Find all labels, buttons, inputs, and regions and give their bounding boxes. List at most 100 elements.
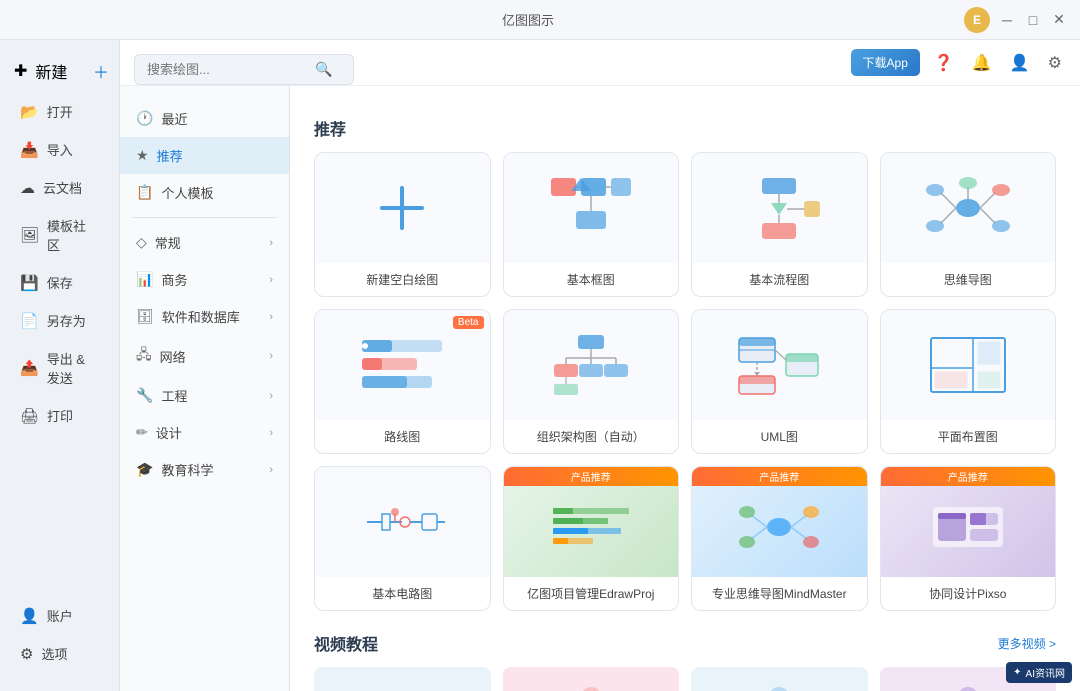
sidebar-item-saveas[interactable]: 📄 另存为: [6, 302, 113, 339]
recent-icon: 🕐: [136, 110, 153, 127]
cloud-label: 云文档: [43, 178, 82, 197]
frame-diagram-icon: [546, 173, 636, 243]
business-arrow: ›: [269, 274, 273, 286]
left-sidebar: ✚ 新建 ＋ 📂 打开 📥 导入 ☁ 云文档 🖼 模板社区: [0, 40, 120, 691]
cat-item-personal[interactable]: 📋 个人模板: [120, 174, 289, 211]
user-icon[interactable]: 👤: [1006, 49, 1034, 77]
video-thumb-3: [759, 682, 799, 691]
search-input[interactable]: [147, 62, 307, 77]
business-icon: 📊: [136, 271, 153, 288]
template-card-route-map[interactable]: Beta 路线图: [314, 309, 491, 454]
cat-general-label: 常规: [155, 233, 181, 252]
education-arrow: ›: [269, 464, 273, 476]
template-card-uml[interactable]: UML图: [691, 309, 868, 454]
maximize-button[interactable]: □: [1024, 11, 1042, 29]
new-label: 新建: [35, 59, 67, 83]
download-app-button[interactable]: 下载App: [851, 49, 920, 76]
cat-item-general[interactable]: ◇ 常规 ›: [120, 224, 289, 261]
product-badge-mindmaster: 产品推荐: [692, 467, 867, 486]
sidebar-item-settings[interactable]: ⚙ 选项: [6, 635, 113, 672]
saveas-label: 另存为: [47, 311, 86, 330]
search-bar[interactable]: 🔍: [134, 54, 354, 85]
sidebar-item-export[interactable]: 📤 导出 & 发送: [6, 340, 113, 396]
avatar[interactable]: E: [964, 7, 990, 33]
template-card-circuit[interactable]: 基本电路图: [314, 466, 491, 611]
cat-item-software[interactable]: 🗄 软件和数据库 ›: [120, 298, 289, 335]
cat-item-recent[interactable]: 🕐 最近: [120, 100, 289, 137]
template-card-mindmaster[interactable]: 产品推荐: [691, 466, 868, 611]
sidebar-item-account[interactable]: 👤 账户: [6, 597, 113, 634]
template-label-pixso: 协同设计Pixso: [881, 577, 1056, 610]
more-video-link[interactable]: 更多视频 >: [998, 635, 1056, 652]
video-section-header: 视频教程 更多视频 >: [314, 631, 1056, 655]
pixso-preview: [928, 497, 1008, 557]
new-button[interactable]: ✚ 新建: [6, 50, 89, 92]
account-label: 账户: [47, 606, 73, 625]
video-thumb-2: [571, 682, 611, 691]
template-card-img-route-map: Beta: [315, 310, 490, 420]
sidebar-item-print[interactable]: 🖨 打印: [6, 397, 113, 434]
open-icon: 📂: [20, 103, 39, 121]
template-icon: 🖼: [20, 226, 39, 244]
cat-design-label: 设计: [156, 423, 182, 442]
notification-icon[interactable]: 🔔: [968, 49, 996, 77]
sidebar-item-save[interactable]: 💾 保存: [6, 264, 113, 301]
video-thumb-1: [382, 682, 422, 691]
cat-item-network[interactable]: 🖧 网络 ›: [120, 335, 289, 377]
export-label: 导出 & 发送: [47, 349, 99, 387]
minimize-button[interactable]: ─: [998, 11, 1016, 29]
new-plus-button[interactable]: ＋: [89, 59, 113, 83]
video-item-1[interactable]: [314, 667, 491, 691]
cat-item-education[interactable]: 🎓 教育科学 ›: [120, 451, 289, 488]
sidebar-item-cloud[interactable]: ☁ 云文档: [6, 169, 113, 206]
settings-icon: ⚙: [20, 645, 33, 663]
import-icon: 📥: [20, 141, 39, 159]
template-label-floor-plan: 平面布置图: [881, 420, 1056, 453]
software-arrow: ›: [269, 311, 273, 323]
print-icon: 🖨: [20, 407, 39, 425]
cat-business-label: 商务: [161, 270, 187, 289]
template-label-circuit: 基本电路图: [315, 577, 490, 610]
watermark-star: ✦: [1013, 667, 1021, 678]
template-grid: 新建空白绘图: [314, 152, 1056, 611]
video-item-3[interactable]: [691, 667, 868, 691]
general-arrow: ›: [269, 237, 273, 249]
uml-icon: [734, 330, 824, 400]
template-card-pixso[interactable]: 产品推荐 协同设计Pixso: [880, 466, 1057, 611]
floor-plan-icon: [923, 330, 1013, 400]
template-card-org-chart[interactable]: 组织架构图（自动）: [503, 309, 680, 454]
cat-item-design[interactable]: ✏ 设计 ›: [120, 414, 289, 451]
close-button[interactable]: ✕: [1050, 11, 1068, 29]
cat-item-engineering[interactable]: 🔧 工程 ›: [120, 377, 289, 414]
recommend-icon: ★: [136, 147, 149, 164]
video-item-2[interactable]: [503, 667, 680, 691]
sidebar-item-template[interactable]: 🖼 模板社区: [6, 207, 113, 263]
sidebar-item-open[interactable]: 📂 打开: [6, 93, 113, 130]
cat-item-recommend[interactable]: ★ 推荐: [120, 137, 289, 174]
cat-item-business[interactable]: 📊 商务 ›: [120, 261, 289, 298]
template-card-img-basic-flow: [692, 153, 867, 263]
settings-label: 选项: [41, 644, 67, 663]
template-label-uml: UML图: [692, 420, 867, 453]
search-icon: 🔍: [315, 61, 332, 78]
template-card-img-pixso: 产品推荐: [881, 467, 1056, 577]
plus-icon: [372, 178, 432, 238]
template-card-basic-flow[interactable]: 基本流程图: [691, 152, 868, 297]
cat-recent-label: 最近: [161, 109, 187, 128]
network-icon: 🖧: [136, 344, 152, 368]
template-label-mind-map: 思维导图: [881, 263, 1056, 296]
gear-icon[interactable]: ⚙: [1044, 49, 1066, 77]
template-card-new-blank[interactable]: 新建空白绘图: [314, 152, 491, 297]
sidebar-item-import[interactable]: 📥 导入: [6, 131, 113, 168]
template-card-mind-map[interactable]: 思维导图: [880, 152, 1057, 297]
cat-personal-label: 个人模板: [161, 183, 213, 202]
personal-icon: 📋: [136, 184, 153, 201]
mindmaster-preview: [739, 497, 819, 557]
template-card-basic-frame[interactable]: 基本框图: [503, 152, 680, 297]
template-card-edrawproj[interactable]: 产品推荐: [503, 466, 680, 611]
main-layout: ✚ 新建 ＋ 📂 打开 📥 导入 ☁ 云文档 🖼 模板社区: [0, 40, 1080, 691]
save-label: 保存: [47, 273, 73, 292]
template-card-floor-plan[interactable]: 平面布置图: [880, 309, 1057, 454]
general-icon: ◇: [136, 234, 147, 251]
help-icon[interactable]: ❓: [930, 49, 958, 77]
